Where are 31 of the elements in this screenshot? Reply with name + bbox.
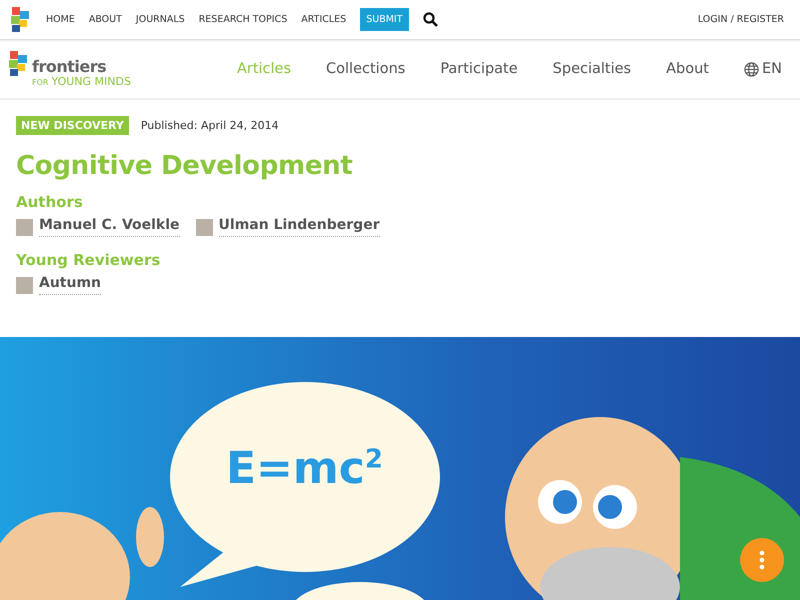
person-link[interactable]: Autumn [39,275,102,295]
login-link[interactable]: LOGIN / REGISTER [698,14,784,25]
avatar-placeholder [196,218,213,236]
nav-item[interactable]: Participate [440,61,518,77]
brand-name: frontiers [32,58,108,74]
formula-text: E=mc$^{2}$ [226,443,383,494]
avatar-placeholder [16,276,33,294]
search-icon[interactable] [422,12,438,27]
nav-link[interactable]: RESEARCH TOPICS [198,14,288,25]
nav-link[interactable]: ARTICLES [301,14,346,25]
globe-icon [744,62,759,76]
article-title: Cognitive Development [16,151,354,181]
logo-icon[interactable] [8,50,30,76]
avatar-placeholder [16,218,33,236]
section-heading: Authors [16,193,84,211]
published-date: Published: April 24, 2014 [140,119,279,132]
person-link[interactable]: Ulman Lindenberger [218,217,380,237]
nav-item[interactable]: Collections [326,61,406,77]
more-icon [759,550,765,570]
nav-link[interactable]: JOURNALS [136,14,185,25]
nav-link[interactable]: HOME [46,14,75,25]
brand-tagline: FOR [32,78,48,86]
article-type-badge: NEW DISCOVERY [16,116,129,135]
nav-item[interactable]: Specialties [552,61,632,77]
section-heading: Young Reviewers [16,251,162,269]
logo-icon[interactable] [10,6,32,32]
brand-tagline: YOUNG MINDS [51,74,131,88]
nav-link[interactable]: ABOUT [88,14,122,25]
person-link[interactable]: Manuel C. Voelkle [39,217,180,237]
nav-item[interactable]: About [666,61,709,77]
language-selector[interactable]: EN [744,61,782,77]
